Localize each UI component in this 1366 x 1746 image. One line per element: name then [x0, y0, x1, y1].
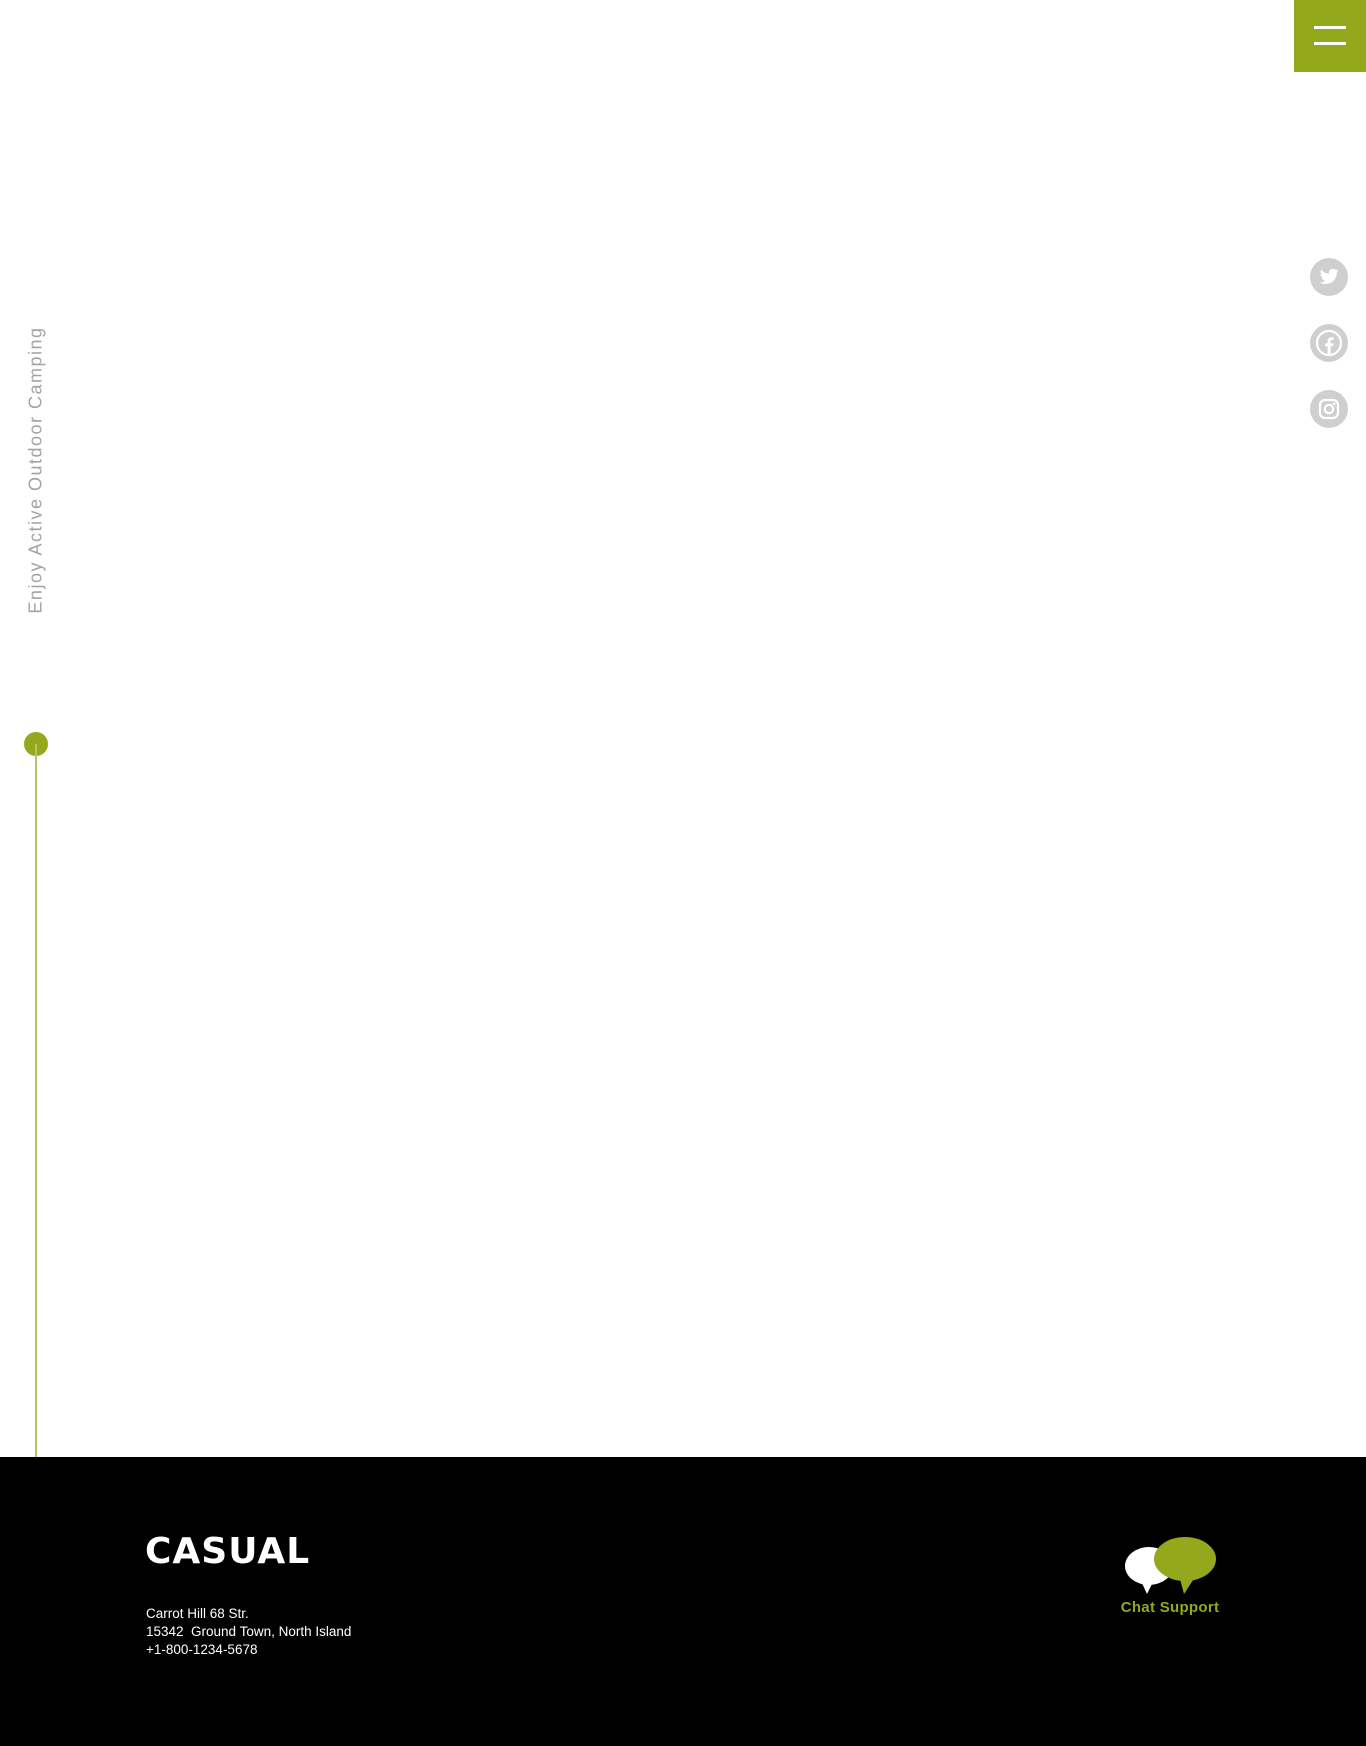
twitter-link[interactable] [1310, 258, 1348, 296]
menu-button[interactable] [1294, 0, 1366, 72]
chat-support-label: Chat Support [1120, 1599, 1220, 1616]
social-links [1310, 258, 1348, 456]
footer-address: Carrot Hill 68 Str. 15342 Ground Town, N… [146, 1605, 351, 1659]
facebook-icon [1315, 329, 1343, 357]
instagram-icon [1318, 398, 1340, 420]
instagram-link[interactable] [1310, 390, 1348, 428]
facebook-link[interactable] [1310, 324, 1348, 362]
sidebar-tagline: Enjoy Active Outdoor Camping [25, 326, 46, 614]
phone-number[interactable]: +1-800-1234-5678 [146, 1641, 351, 1659]
chat-support-button[interactable]: Chat Support [1115, 1537, 1225, 1627]
address-line-1: Carrot Hill 68 Str. [146, 1606, 249, 1621]
footer-brand: CASUAL [145, 1531, 311, 1572]
twitter-icon [1319, 268, 1339, 284]
hamburger-icon-bar [1314, 42, 1346, 45]
site-footer: CASUAL Carrot Hill 68 Str. 15342 Ground … [0, 1457, 1366, 1746]
chat-bubbles-icon [1125, 1537, 1216, 1594]
hamburger-icon [1314, 26, 1346, 29]
timeline-line [35, 744, 37, 1457]
address-line-2: 15342 Ground Town, North Island [146, 1624, 352, 1639]
